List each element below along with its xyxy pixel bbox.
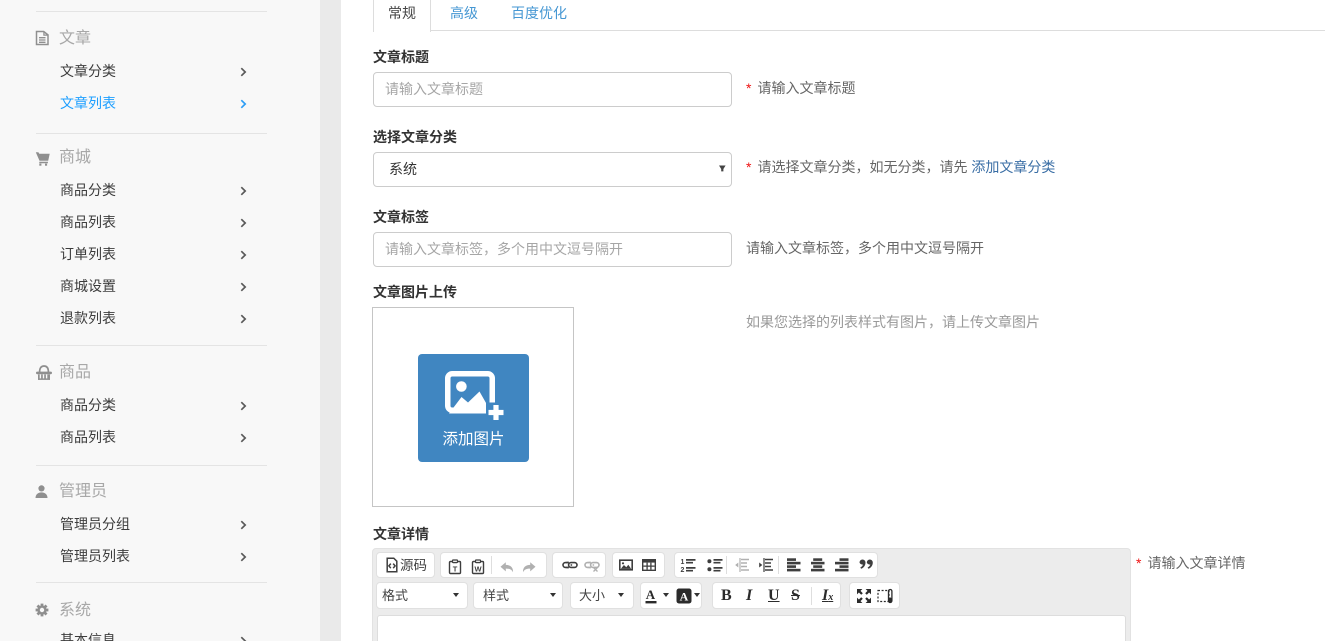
svg-text:A: A xyxy=(680,589,689,603)
svg-text:1: 1 xyxy=(681,559,685,566)
svg-text:T: T xyxy=(453,564,458,573)
svg-text:A: A xyxy=(646,588,656,602)
svg-text:2: 2 xyxy=(681,567,685,573)
svg-text:W: W xyxy=(474,564,482,573)
